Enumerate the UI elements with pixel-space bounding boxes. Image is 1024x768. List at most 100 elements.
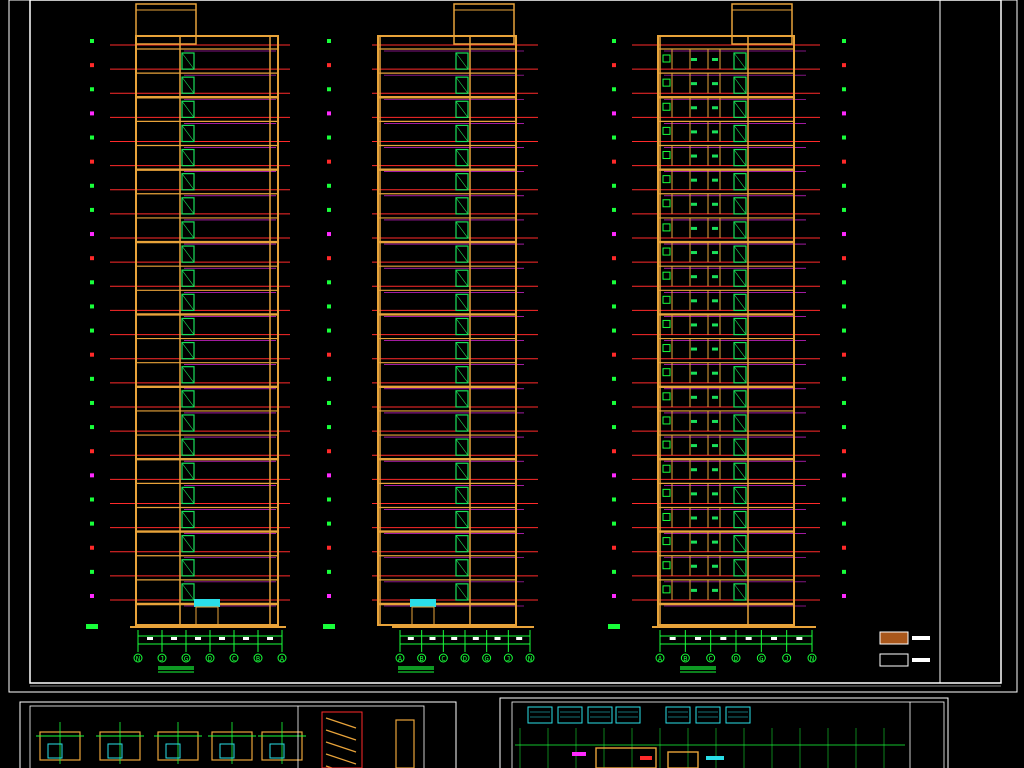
window-hatch (455, 149, 469, 166)
section-marker (691, 564, 697, 568)
axis-label: C (709, 655, 713, 663)
window-hatch (733, 463, 747, 480)
level-marker (327, 63, 331, 68)
dimension-text-mark (147, 637, 153, 640)
level-marker (327, 545, 331, 550)
level-marker (90, 425, 94, 430)
section-marker (712, 299, 718, 303)
level-marker (612, 545, 616, 550)
section-marker (691, 106, 697, 110)
section-node (662, 537, 671, 546)
level-marker (612, 159, 616, 164)
window-hatch (181, 438, 195, 456)
stair-plans-panel (19, 701, 457, 768)
dimension-text-mark (472, 637, 479, 640)
window-hatch (181, 125, 195, 142)
panel-inner-frame (29, 705, 425, 768)
window-hatch (455, 487, 469, 504)
level-marker (90, 328, 94, 333)
section-node (662, 175, 671, 184)
window-hatch (181, 535, 195, 552)
level-marker (612, 521, 616, 526)
level-marker (327, 400, 331, 405)
level-marker (90, 183, 94, 188)
window-hatch (733, 583, 747, 601)
entrance-canopy (194, 599, 220, 607)
plan-annotation (572, 752, 586, 756)
section-marker (712, 444, 718, 448)
window-hatch (733, 173, 747, 190)
window-hatch (733, 318, 747, 335)
dimension-text-mark (243, 637, 249, 640)
level-marker (842, 400, 846, 405)
legend-swatch (879, 631, 909, 645)
window-hatch (181, 318, 195, 335)
level-marker (327, 207, 331, 212)
window-hatch (455, 125, 469, 142)
level-marker (612, 256, 616, 261)
window-hatch (455, 438, 469, 456)
section-marker (712, 106, 718, 110)
dimension-text-mark (745, 637, 752, 640)
section-marker (712, 130, 718, 134)
section-marker (691, 58, 697, 61)
level-marker (90, 87, 94, 92)
window-hatch (455, 414, 469, 432)
level-marker (612, 449, 616, 454)
window-hatch (455, 269, 469, 287)
dimension-text-mark (516, 637, 523, 640)
elevation-title-mark (680, 666, 716, 670)
level-marker (327, 159, 331, 164)
dimension-text-mark (494, 637, 501, 640)
level-marker (842, 87, 846, 92)
elevation-title-mark (398, 666, 434, 670)
dimension-text-mark (219, 637, 225, 640)
window-hatch (181, 366, 195, 384)
window-hatch (455, 342, 469, 359)
section-marker (691, 371, 697, 375)
axis-label: G (184, 655, 188, 663)
section-marker (691, 347, 697, 351)
window-hatch (181, 342, 195, 359)
section-node (662, 344, 671, 353)
axis-label: G (485, 655, 489, 663)
section-marker (712, 395, 718, 399)
axis-label: J (160, 655, 164, 663)
dimension-text-mark (407, 637, 414, 640)
dimension-text-mark (669, 637, 676, 640)
level-marker (90, 400, 94, 405)
window-hatch (733, 487, 747, 504)
level-marker (612, 183, 616, 188)
section-marker (691, 299, 697, 303)
window-hatch (181, 76, 195, 94)
section-marker (712, 492, 718, 496)
section-marker (691, 251, 697, 255)
entrance-door (195, 606, 219, 626)
section-node (662, 199, 671, 208)
level-marker (327, 473, 331, 478)
window-hatch (181, 294, 195, 311)
section-node (662, 271, 671, 280)
level-marker (90, 594, 94, 598)
window-hatch (733, 342, 747, 359)
cad-drawing-canvas: NJGDCBAABCDGJNABCDGJN (0, 0, 1024, 768)
window-hatch (181, 52, 195, 70)
window-hatch (181, 583, 195, 601)
axis-label: D (734, 655, 738, 663)
window-hatch (181, 149, 195, 166)
level-marker (612, 497, 616, 502)
level-marker (842, 159, 846, 164)
section-marker (712, 468, 718, 472)
axis-label: B (256, 655, 260, 663)
level-marker (90, 135, 94, 140)
window-hatch (455, 583, 469, 601)
window-hatch (733, 438, 747, 456)
window-hatch (455, 366, 469, 384)
section-marker (691, 82, 697, 86)
room-table (725, 706, 751, 724)
level-marker (90, 352, 94, 357)
section-marker (691, 492, 697, 496)
section-marker (712, 347, 718, 351)
level-marker (612, 111, 616, 116)
level-marker (842, 183, 846, 188)
